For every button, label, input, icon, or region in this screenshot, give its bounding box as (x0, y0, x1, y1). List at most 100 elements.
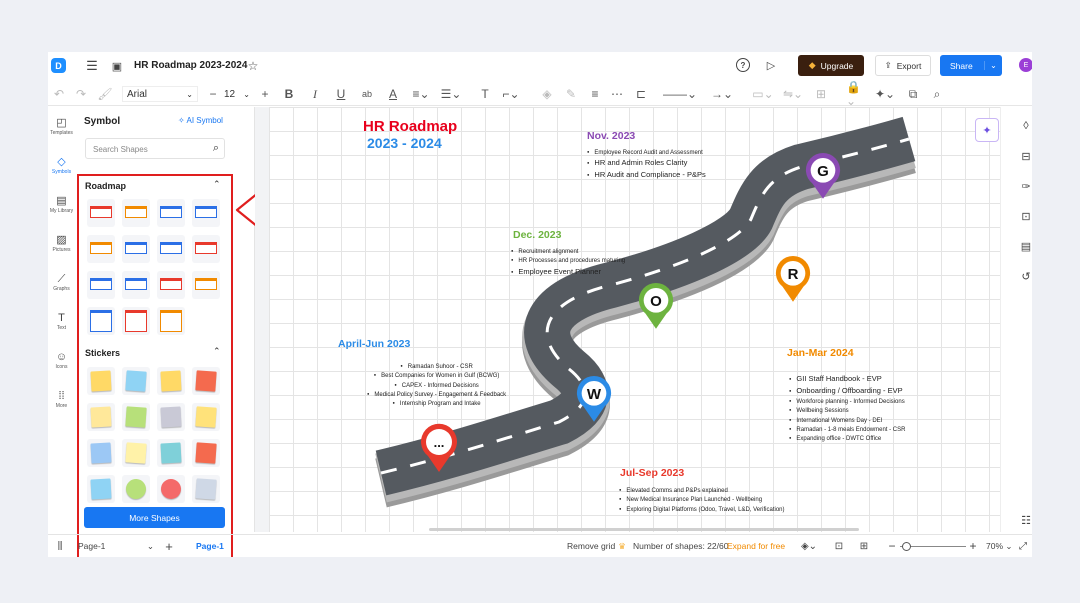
strikethrough-icon[interactable]: ab (358, 85, 376, 103)
rail-item-graphs[interactable]: ⟋ Graphs (48, 273, 75, 292)
stickers-heading[interactable]: Stickers (85, 348, 120, 358)
chevron-up-icon[interactable]: ⌃ (213, 179, 221, 190)
zoom-level[interactable]: 70% ⌄ (986, 541, 1013, 552)
increase-font-icon[interactable]: + (256, 85, 274, 103)
help-icon[interactable]: ? (736, 58, 750, 72)
notes-icon[interactable]: ▤ (1018, 238, 1032, 254)
roadmap-shape[interactable] (192, 271, 220, 299)
sticker-shape[interactable] (122, 367, 150, 395)
roadmap-shape[interactable] (122, 235, 150, 263)
apr-heading[interactable]: April-Jun 2023 (338, 338, 410, 350)
dec-list[interactable]: Recruitment alignmentHR Processes and pr… (511, 247, 625, 278)
page-setup-icon[interactable]: ⊟ (1018, 148, 1032, 164)
sticker-shape[interactable] (157, 475, 185, 503)
roadmap-shape[interactable] (157, 235, 185, 263)
expand-link[interactable]: Expand for free (727, 541, 785, 551)
fit-icon[interactable]: ⊡ (832, 539, 846, 553)
nov-heading[interactable]: Nov. 2023 (587, 130, 635, 142)
sticker-shape[interactable] (87, 439, 115, 467)
line-weight-icon[interactable]: ≡ (586, 85, 604, 103)
sticker-shape[interactable] (157, 367, 185, 395)
jul-list[interactable]: Elevated Comms and P&Ps explainedNew Med… (619, 486, 784, 514)
roadmap-shape[interactable] (192, 199, 220, 227)
bold-icon[interactable]: B (280, 85, 298, 103)
sticker-shape[interactable] (192, 403, 220, 431)
fullscreen-icon[interactable]: ⊞ (857, 539, 871, 553)
arrange-icon[interactable]: ▭⌄ (752, 85, 773, 103)
undo-icon[interactable]: ↶ (50, 85, 68, 103)
roadmap-shape[interactable] (122, 307, 150, 335)
document-title[interactable]: HR Roadmap 2023-2024 (134, 60, 247, 71)
more-shapes-button[interactable]: More Shapes (84, 507, 225, 528)
history-icon[interactable]: ↺ (1018, 268, 1032, 284)
rail-item-my-library[interactable]: ▤ My Library (48, 195, 75, 214)
menu-icon[interactable]: ☰ (84, 58, 100, 74)
presentation-icon[interactable]: ⊡ (1018, 208, 1032, 224)
roadmap-shape[interactable] (157, 271, 185, 299)
zoom-slider[interactable] (900, 542, 966, 551)
pin-r[interactable]: R (774, 255, 812, 303)
text-icon[interactable]: T (476, 85, 494, 103)
share-button[interactable]: Share ⌄ (940, 55, 1002, 76)
rail-item-templates[interactable]: ◰ Templates (48, 117, 75, 136)
pin-w[interactable]: W (575, 375, 613, 423)
rail-item-icons[interactable]: ☺ Icons (48, 351, 75, 370)
pin-dots[interactable]: ... (419, 423, 459, 473)
font-color-icon[interactable]: A (384, 85, 402, 103)
ai-assist-button[interactable]: ✦ (975, 118, 999, 142)
redo-icon[interactable]: ↷ (72, 85, 90, 103)
layers-icon[interactable]: ☷ (1018, 512, 1032, 528)
roadmap-shape[interactable] (87, 235, 115, 263)
drawing-canvas[interactable]: G R O W... HR Roadmap 2023 - 2024 Nov. 2023… (269, 107, 1000, 532)
star-icon[interactable]: ☆ (246, 58, 260, 74)
sticker-shape[interactable] (122, 439, 150, 467)
jan-list[interactable]: GII Staff Handbook - EVPOnboarding / Off… (789, 373, 905, 444)
layers-select-icon[interactable]: ◈⌄ (798, 539, 820, 553)
add-page-icon[interactable]: + (162, 538, 176, 554)
page-tab[interactable]: Page-1 (196, 541, 224, 551)
roadmap-title[interactable]: HR Roadmap (363, 118, 457, 135)
font-size-select[interactable]: 12 ⌄ (224, 86, 250, 102)
zoom-out-icon[interactable]: − (886, 538, 898, 554)
roadmap-heading[interactable]: Roadmap (85, 181, 126, 191)
frame-icon[interactable]: ⧉ (904, 85, 922, 103)
italic-icon[interactable]: I (306, 85, 324, 103)
dec-heading[interactable]: Dec. 2023 (513, 229, 561, 241)
line-style-select[interactable]: ——⌄ (660, 85, 700, 103)
pin-g[interactable]: G (804, 152, 842, 200)
fill-icon[interactable]: ◈ (538, 85, 556, 103)
roadmap-shape[interactable] (157, 199, 185, 227)
sticker-shape[interactable] (192, 439, 220, 467)
roadmap-subtitle[interactable]: 2023 - 2024 (367, 135, 442, 151)
chevron-down-icon[interactable]: ⌄ (984, 61, 1002, 70)
search-input[interactable]: Search Shapes ⌕ (85, 138, 225, 159)
rail-item-text[interactable]: T Text (48, 312, 75, 331)
align-icon[interactable]: ≡⌄ (412, 85, 430, 103)
sticker-shape[interactable] (87, 475, 115, 503)
roadmap-shape[interactable] (157, 307, 185, 335)
roadmap-shape[interactable] (87, 271, 115, 299)
style-icon[interactable]: ◊ (1018, 118, 1032, 134)
app-logo[interactable]: D (51, 58, 66, 73)
zoom-in-icon[interactable]: + (967, 538, 979, 554)
lock-icon[interactable]: 🔒⌄ (846, 80, 864, 108)
pin-o[interactable]: O (637, 282, 675, 330)
line-color-icon[interactable]: ✎ (562, 85, 580, 103)
dash-style-icon[interactable]: ⋯ (608, 85, 626, 103)
roadmap-shape[interactable] (87, 199, 115, 227)
nov-list[interactable]: Employee Record Audit and AssessmentHR a… (587, 148, 705, 181)
group-icon[interactable]: ⊞ (812, 85, 830, 103)
expand-icon[interactable]: ⤢ (1016, 539, 1030, 553)
magic-icon[interactable]: ✦⌄ (875, 85, 895, 103)
arrow-select[interactable]: →⌄ (706, 85, 738, 103)
roadmap-shape[interactable] (87, 307, 115, 335)
sticker-shape[interactable] (157, 403, 185, 431)
sticker-shape[interactable] (192, 475, 220, 503)
rail-item-pictures[interactable]: ▨ Pictures (48, 234, 75, 253)
jul-heading[interactable]: Jul-Sep 2023 (620, 467, 684, 479)
jan-heading[interactable]: Jan-Mar 2024 (787, 347, 854, 359)
zoom-slider-thumb[interactable] (902, 542, 911, 551)
search-icon[interactable]: ⌕ (213, 142, 219, 155)
sticker-shape[interactable] (122, 475, 150, 503)
underline-icon[interactable]: U (332, 85, 350, 103)
